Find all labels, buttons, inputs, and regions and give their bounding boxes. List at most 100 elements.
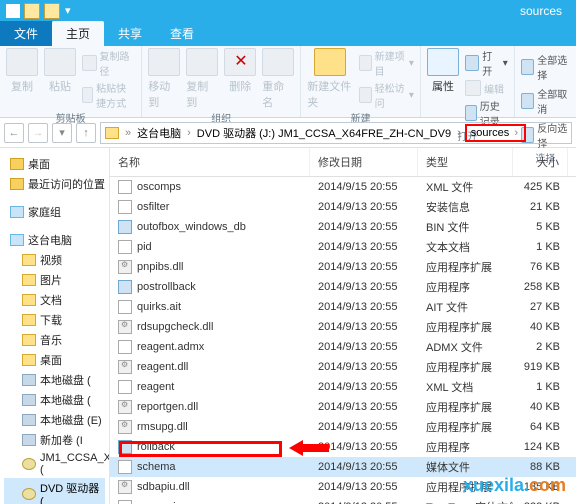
ribbon-group-clipboard: 复制 粘贴 复制路径 粘贴快捷方式 剪贴板 (0, 46, 142, 117)
file-size: 124 KB (513, 439, 568, 455)
file-name: pnpibs.dll (137, 261, 183, 273)
file-size: 258 KB (513, 279, 568, 295)
file-date: 2014/9/13 20:55 (310, 459, 418, 475)
history-dropdown[interactable]: ▾ (52, 123, 72, 143)
file-row[interactable]: quirks.ait2014/9/13 20:55AIT 文件27 KB (110, 297, 576, 317)
file-row[interactable]: rollback2014/9/13 20:55应用程序124 KB (110, 437, 576, 457)
tree-e[interactable]: 本地磁盘 (E) (4, 410, 105, 430)
tree-jm[interactable]: JM1_CCSA_X6 ( (4, 450, 105, 478)
qat-dropdown-icon[interactable]: ▾ (64, 3, 80, 19)
file-row[interactable]: rmsupg.dll2014/9/13 20:55应用程序扩展64 KB (110, 417, 576, 437)
properties-button[interactable]: 属性 (427, 48, 459, 128)
file-name: quirks.ait (137, 301, 181, 313)
file-size: 40 KB (513, 319, 568, 335)
tree-dvd[interactable]: DVD 驱动器 ( (4, 478, 105, 504)
tree-pc[interactable]: 这台电脑 (4, 230, 105, 250)
tree-downloads[interactable]: 下载 (4, 310, 105, 330)
file-name: rollback (137, 441, 175, 453)
file-size: 64 KB (513, 419, 568, 435)
col-date[interactable]: 修改日期 (310, 148, 418, 176)
nav-tree[interactable]: 桌面 最近访问的位置 家庭组 这台电脑 视频 图片 文档 下载 音乐 桌面 本地… (0, 148, 110, 504)
file-row[interactable]: segoeui2014/9/13 20:55TrueType 字体文件823 K… (110, 497, 576, 504)
file-name: osfilter (137, 201, 169, 213)
col-type[interactable]: 类型 (418, 148, 513, 176)
file-row[interactable]: reagent2014/9/13 20:55XML 文档1 KB (110, 377, 576, 397)
file-row[interactable]: osfilter2014/9/13 20:55安装信息21 KB (110, 197, 576, 217)
tree-homegroup[interactable]: 家庭组 (4, 202, 105, 222)
tree-recent[interactable]: 最近访问的位置 (4, 174, 105, 194)
file-row[interactable]: rdsupgcheck.dll2014/9/13 20:55应用程序扩展40 K… (110, 317, 576, 337)
tab-file[interactable]: 文件 (0, 21, 52, 46)
file-icon (118, 420, 132, 434)
file-type: 应用程序扩展 (418, 317, 513, 337)
crumb-pc[interactable]: 这台电脑 (135, 125, 183, 141)
tree-music[interactable]: 音乐 (4, 330, 105, 350)
file-type: 应用程序扩展 (418, 257, 513, 277)
file-size: 425 KB (513, 179, 568, 195)
file-rows: oscomps2014/9/15 20:55XML 文件425 KBosfilt… (110, 177, 576, 504)
file-row[interactable]: postrollback2014/9/13 20:55应用程序258 KB (110, 277, 576, 297)
file-icon (118, 380, 132, 394)
file-icon (118, 480, 132, 494)
tree-desktop2[interactable]: 桌面 (4, 350, 105, 370)
copy-button[interactable]: 复制 (6, 48, 38, 110)
file-type: 应用程序 (418, 437, 513, 457)
file-list: 名称 修改日期 类型 大小 oscomps2014/9/15 20:55XML … (110, 148, 576, 504)
moveto-button[interactable]: 移动到 (148, 48, 180, 110)
file-name: rdsupgcheck.dll (137, 321, 213, 333)
tree-c[interactable]: 本地磁盘 ( (4, 370, 105, 390)
file-row[interactable]: pnpibs.dll2014/9/13 20:55应用程序扩展76 KB (110, 257, 576, 277)
tree-d[interactable]: 本地磁盘 ( (4, 390, 105, 410)
file-name: reagent.admx (137, 341, 204, 353)
crumb-dvd[interactable]: DVD 驱动器 (J:) JM1_CCSA_X64FRE_ZH-CN_DV9 (195, 125, 453, 141)
ribbon-group-select: 全部选择 全部取消 反向选择 选择 (515, 46, 576, 117)
crumb-current-highlighted[interactable]: sources › (465, 124, 526, 142)
paste-button[interactable]: 粘贴 (44, 48, 76, 110)
col-size[interactable]: 大小 (513, 148, 568, 176)
file-name: pid (137, 241, 152, 253)
file-type: TrueType 字体文件 (418, 497, 513, 504)
qat-icon[interactable] (24, 3, 40, 19)
file-type: ADMX 文件 (418, 337, 513, 357)
file-date: 2014/9/13 20:55 (310, 379, 418, 395)
tab-view[interactable]: 查看 (156, 21, 208, 46)
file-icon (118, 300, 132, 314)
file-type: 安装信息 (418, 197, 513, 217)
tab-home[interactable]: 主页 (52, 21, 104, 46)
file-icon (118, 460, 132, 474)
file-row[interactable]: schema2014/9/13 20:55媒体文件88 KB (110, 457, 576, 477)
select-none[interactable]: 全部取消 (521, 86, 570, 116)
forward-button[interactable]: → (28, 123, 48, 143)
tree-desktop[interactable]: 桌面 (4, 154, 105, 174)
tree-documents[interactable]: 文档 (4, 290, 105, 310)
rename-button[interactable]: 重命名 (262, 48, 294, 110)
delete-button[interactable]: ✕删除 (224, 48, 256, 110)
file-row[interactable]: reagent.dll2014/9/13 20:55应用程序扩展919 KB (110, 357, 576, 377)
newfolder-button[interactable]: 新建文件夹 (307, 48, 352, 110)
file-row[interactable]: outofbox_windows_db2014/9/13 20:55BIN 文件… (110, 217, 576, 237)
file-date: 2014/9/13 20:55 (310, 239, 418, 255)
col-name[interactable]: 名称 (110, 148, 310, 176)
up-button[interactable]: ↑ (76, 123, 96, 143)
file-row[interactable]: reportgen.dll2014/9/13 20:55应用程序扩展40 KB (110, 397, 576, 417)
address-path[interactable]: » 这台电脑 › DVD 驱动器 (J:) JM1_CCSA_X64FRE_ZH… (100, 122, 572, 144)
file-date: 2014/9/15 20:55 (310, 179, 418, 195)
file-row[interactable]: reagent.admx2014/9/13 20:55ADMX 文件2 KB (110, 337, 576, 357)
file-type: XML 文档 (418, 377, 513, 397)
file-row[interactable]: pid2014/9/13 20:55文本文档1 KB (110, 237, 576, 257)
column-headers[interactable]: 名称 修改日期 类型 大小 (110, 148, 576, 177)
file-row[interactable]: oscomps2014/9/15 20:55XML 文件425 KB (110, 177, 576, 197)
copyto-button[interactable]: 复制到 (186, 48, 218, 110)
select-all[interactable]: 全部选择 (521, 52, 570, 82)
back-button[interactable]: ← (4, 123, 24, 143)
tree-new[interactable]: 新加卷 (I (4, 430, 105, 450)
file-date: 2014/9/13 20:55 (310, 219, 418, 235)
file-icon (118, 360, 132, 374)
tree-videos[interactable]: 视频 (4, 250, 105, 270)
tree-pictures[interactable]: 图片 (4, 270, 105, 290)
qat-icon[interactable] (44, 3, 60, 19)
file-name: rmsupg.dll (137, 421, 188, 433)
tab-share[interactable]: 共享 (104, 21, 156, 46)
file-date: 2014/9/13 20:55 (310, 259, 418, 275)
file-date: 2014/9/13 20:55 (310, 359, 418, 375)
